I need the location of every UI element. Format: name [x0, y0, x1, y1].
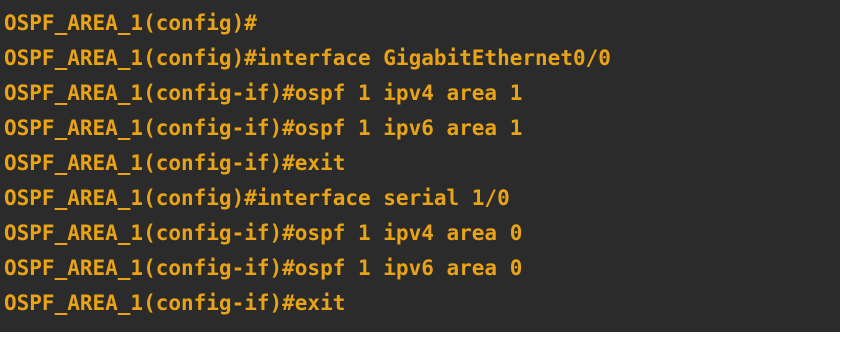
terminal-line: OSPF_AREA_1(config-if)#ospf 1 ipv4 area … [4, 221, 523, 245]
terminal-line: OSPF_AREA_1(config-if)#exit [4, 151, 346, 175]
terminal-output[interactable]: OSPF_AREA_1(config)# OSPF_AREA_1(config)… [0, 0, 840, 332]
terminal-line: OSPF_AREA_1(config)#interface GigabitEth… [4, 46, 611, 70]
terminal-line: OSPF_AREA_1(config-if)#ospf 1 ipv4 area … [4, 81, 523, 105]
terminal-line: OSPF_AREA_1(config-if)#exit [4, 291, 346, 315]
terminal-line: OSPF_AREA_1(config)#interface serial 1/0 [4, 186, 510, 210]
terminal-line: OSPF_AREA_1(config)# [4, 11, 257, 35]
terminal-line: OSPF_AREA_1(config-if)#ospf 1 ipv6 area … [4, 116, 523, 140]
terminal-line: OSPF_AREA_1(config-if)#ospf 1 ipv6 area … [4, 256, 523, 280]
